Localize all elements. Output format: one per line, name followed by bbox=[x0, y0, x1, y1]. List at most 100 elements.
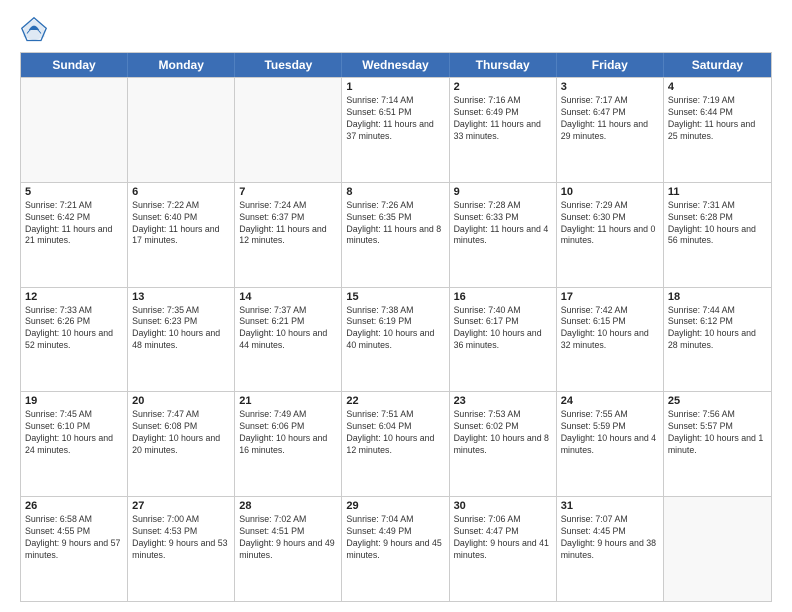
calendar-cell-4-1: 27 Sunrise: 7:00 AMSunset: 4:53 PMDayligh… bbox=[128, 497, 235, 601]
day-number: 24 bbox=[561, 395, 659, 407]
cell-info: Sunrise: 7:56 AMSunset: 5:57 PMDaylight:… bbox=[668, 409, 767, 457]
cell-info: Sunrise: 7:06 AMSunset: 4:47 PMDaylight:… bbox=[454, 514, 552, 562]
day-number: 27 bbox=[132, 500, 230, 512]
day-number: 22 bbox=[346, 395, 444, 407]
day-number: 6 bbox=[132, 186, 230, 198]
calendar-cell-3-2: 21 Sunrise: 7:49 AMSunset: 6:06 PMDayligh… bbox=[235, 392, 342, 496]
calendar-cell-3-6: 25 Sunrise: 7:56 AMSunset: 5:57 PMDayligh… bbox=[664, 392, 771, 496]
day-number: 18 bbox=[668, 291, 767, 303]
cell-info: Sunrise: 7:14 AMSunset: 6:51 PMDaylight:… bbox=[346, 95, 444, 143]
calendar-cell-2-5: 17 Sunrise: 7:42 AMSunset: 6:15 PMDayligh… bbox=[557, 288, 664, 392]
cell-info: Sunrise: 7:29 AMSunset: 6:30 PMDaylight:… bbox=[561, 200, 659, 248]
calendar-cell-2-4: 16 Sunrise: 7:40 AMSunset: 6:17 PMDayligh… bbox=[450, 288, 557, 392]
cell-info: Sunrise: 7:49 AMSunset: 6:06 PMDaylight:… bbox=[239, 409, 337, 457]
day-number: 21 bbox=[239, 395, 337, 407]
calendar-cell-3-5: 24 Sunrise: 7:55 AMSunset: 5:59 PMDayligh… bbox=[557, 392, 664, 496]
day-number: 29 bbox=[346, 500, 444, 512]
calendar-cell-0-3: 1Sunrise: 7:14 AMSunset: 6:51 PMDaylight… bbox=[342, 78, 449, 182]
day-number: 30 bbox=[454, 500, 552, 512]
calendar-row-4: 26 Sunrise: 6:58 AMSunset: 4:55 PMDayligh… bbox=[21, 496, 771, 601]
calendar-cell-0-0 bbox=[21, 78, 128, 182]
cell-info: Sunrise: 7:38 AMSunset: 6:19 PMDaylight:… bbox=[346, 305, 444, 353]
day-number: 12 bbox=[25, 291, 123, 303]
cell-info: Sunrise: 7:19 AMSunset: 6:44 PMDaylight:… bbox=[668, 95, 767, 143]
calendar-cell-2-6: 18Sunrise: 7:44 AMSunset: 6:12 PMDayligh… bbox=[664, 288, 771, 392]
cell-info: Sunrise: 7:35 AMSunset: 6:23 PMDaylight:… bbox=[132, 305, 230, 353]
calendar-cell-4-6 bbox=[664, 497, 771, 601]
day-number: 2 bbox=[454, 81, 552, 93]
day-number: 14 bbox=[239, 291, 337, 303]
day-number: 4 bbox=[668, 81, 767, 93]
calendar-cell-1-4: 9Sunrise: 7:28 AMSunset: 6:33 PMDaylight… bbox=[450, 183, 557, 287]
weekday-header-friday: Friday bbox=[557, 53, 664, 77]
day-number: 19 bbox=[25, 395, 123, 407]
page: SundayMondayTuesdayWednesdayThursdayFrid… bbox=[0, 0, 792, 612]
weekday-header-saturday: Saturday bbox=[664, 53, 771, 77]
cell-info: Sunrise: 7:51 AMSunset: 6:04 PMDaylight:… bbox=[346, 409, 444, 457]
calendar-row-2: 12 Sunrise: 7:33 AMSunset: 6:26 PMDayligh… bbox=[21, 287, 771, 392]
day-number: 15 bbox=[346, 291, 444, 303]
cell-info: Sunrise: 7:07 AMSunset: 4:45 PMDaylight:… bbox=[561, 514, 659, 562]
header bbox=[20, 16, 772, 44]
calendar-cell-2-2: 14Sunrise: 7:37 AMSunset: 6:21 PMDayligh… bbox=[235, 288, 342, 392]
calendar-cell-0-5: 3 Sunrise: 7:17 AMSunset: 6:47 PMDaylight… bbox=[557, 78, 664, 182]
calendar-cell-3-4: 23Sunrise: 7:53 AMSunset: 6:02 PMDayligh… bbox=[450, 392, 557, 496]
cell-info: Sunrise: 6:58 AMSunset: 4:55 PMDaylight:… bbox=[25, 514, 123, 562]
calendar-cell-4-3: 29 Sunrise: 7:04 AMSunset: 4:49 PMDayligh… bbox=[342, 497, 449, 601]
cell-info: Sunrise: 7:45 AMSunset: 6:10 PMDaylight:… bbox=[25, 409, 123, 457]
cell-info: Sunrise: 7:55 AMSunset: 5:59 PMDaylight:… bbox=[561, 409, 659, 457]
calendar-cell-1-5: 10 Sunrise: 7:29 AMSunset: 6:30 PMDayligh… bbox=[557, 183, 664, 287]
day-number: 31 bbox=[561, 500, 659, 512]
day-number: 8 bbox=[346, 186, 444, 198]
calendar-cell-3-1: 20 Sunrise: 7:47 AMSunset: 6:08 PMDayligh… bbox=[128, 392, 235, 496]
calendar-cell-1-2: 7Sunrise: 7:24 AMSunset: 6:37 PMDaylight… bbox=[235, 183, 342, 287]
day-number: 13 bbox=[132, 291, 230, 303]
cell-info: Sunrise: 7:40 AMSunset: 6:17 PMDaylight:… bbox=[454, 305, 552, 353]
cell-info: Sunrise: 7:16 AMSunset: 6:49 PMDaylight:… bbox=[454, 95, 552, 143]
calendar-cell-3-0: 19 Sunrise: 7:45 AMSunset: 6:10 PMDayligh… bbox=[21, 392, 128, 496]
day-number: 23 bbox=[454, 395, 552, 407]
cell-info: Sunrise: 7:00 AMSunset: 4:53 PMDaylight:… bbox=[132, 514, 230, 562]
day-number: 9 bbox=[454, 186, 552, 198]
cell-info: Sunrise: 7:24 AMSunset: 6:37 PMDaylight:… bbox=[239, 200, 337, 248]
day-number: 28 bbox=[239, 500, 337, 512]
weekday-header-monday: Monday bbox=[128, 53, 235, 77]
day-number: 3 bbox=[561, 81, 659, 93]
weekday-header-thursday: Thursday bbox=[450, 53, 557, 77]
weekday-header-tuesday: Tuesday bbox=[235, 53, 342, 77]
calendar-cell-3-3: 22 Sunrise: 7:51 AMSunset: 6:04 PMDayligh… bbox=[342, 392, 449, 496]
calendar-cell-0-6: 4 Sunrise: 7:19 AMSunset: 6:44 PMDaylight… bbox=[664, 78, 771, 182]
calendar-cell-0-4: 2 Sunrise: 7:16 AMSunset: 6:49 PMDaylight… bbox=[450, 78, 557, 182]
calendar-body: 1Sunrise: 7:14 AMSunset: 6:51 PMDaylight… bbox=[21, 77, 771, 601]
day-number: 20 bbox=[132, 395, 230, 407]
day-number: 10 bbox=[561, 186, 659, 198]
logo-icon bbox=[20, 16, 48, 44]
day-number: 25 bbox=[668, 395, 767, 407]
cell-info: Sunrise: 7:47 AMSunset: 6:08 PMDaylight:… bbox=[132, 409, 230, 457]
calendar-cell-0-1 bbox=[128, 78, 235, 182]
calendar-cell-1-0: 5Sunrise: 7:21 AMSunset: 6:42 PMDaylight… bbox=[21, 183, 128, 287]
cell-info: Sunrise: 7:04 AMSunset: 4:49 PMDaylight:… bbox=[346, 514, 444, 562]
calendar-cell-1-3: 8Sunrise: 7:26 AMSunset: 6:35 PMDaylight… bbox=[342, 183, 449, 287]
calendar-row-3: 19 Sunrise: 7:45 AMSunset: 6:10 PMDayligh… bbox=[21, 391, 771, 496]
calendar-cell-4-2: 28 Sunrise: 7:02 AMSunset: 4:51 PMDayligh… bbox=[235, 497, 342, 601]
cell-info: Sunrise: 7:42 AMSunset: 6:15 PMDaylight:… bbox=[561, 305, 659, 353]
cell-info: Sunrise: 7:33 AMSunset: 6:26 PMDaylight:… bbox=[25, 305, 123, 353]
calendar-cell-2-0: 12 Sunrise: 7:33 AMSunset: 6:26 PMDayligh… bbox=[21, 288, 128, 392]
calendar-row-0: 1Sunrise: 7:14 AMSunset: 6:51 PMDaylight… bbox=[21, 77, 771, 182]
day-number: 11 bbox=[668, 186, 767, 198]
cell-info: Sunrise: 7:02 AMSunset: 4:51 PMDaylight:… bbox=[239, 514, 337, 562]
day-number: 17 bbox=[561, 291, 659, 303]
calendar-cell-4-5: 31 Sunrise: 7:07 AMSunset: 4:45 PMDayligh… bbox=[557, 497, 664, 601]
calendar-row-1: 5Sunrise: 7:21 AMSunset: 6:42 PMDaylight… bbox=[21, 182, 771, 287]
calendar-header: SundayMondayTuesdayWednesdayThursdayFrid… bbox=[21, 53, 771, 77]
calendar-cell-0-2 bbox=[235, 78, 342, 182]
calendar-cell-4-0: 26 Sunrise: 6:58 AMSunset: 4:55 PMDayligh… bbox=[21, 497, 128, 601]
day-number: 5 bbox=[25, 186, 123, 198]
day-number: 26 bbox=[25, 500, 123, 512]
day-number: 16 bbox=[454, 291, 552, 303]
cell-info: Sunrise: 7:17 AMSunset: 6:47 PMDaylight:… bbox=[561, 95, 659, 143]
calendar-cell-1-1: 6Sunrise: 7:22 AMSunset: 6:40 PMDaylight… bbox=[128, 183, 235, 287]
calendar-cell-1-6: 11Sunrise: 7:31 AMSunset: 6:28 PMDayligh… bbox=[664, 183, 771, 287]
logo bbox=[20, 16, 52, 44]
